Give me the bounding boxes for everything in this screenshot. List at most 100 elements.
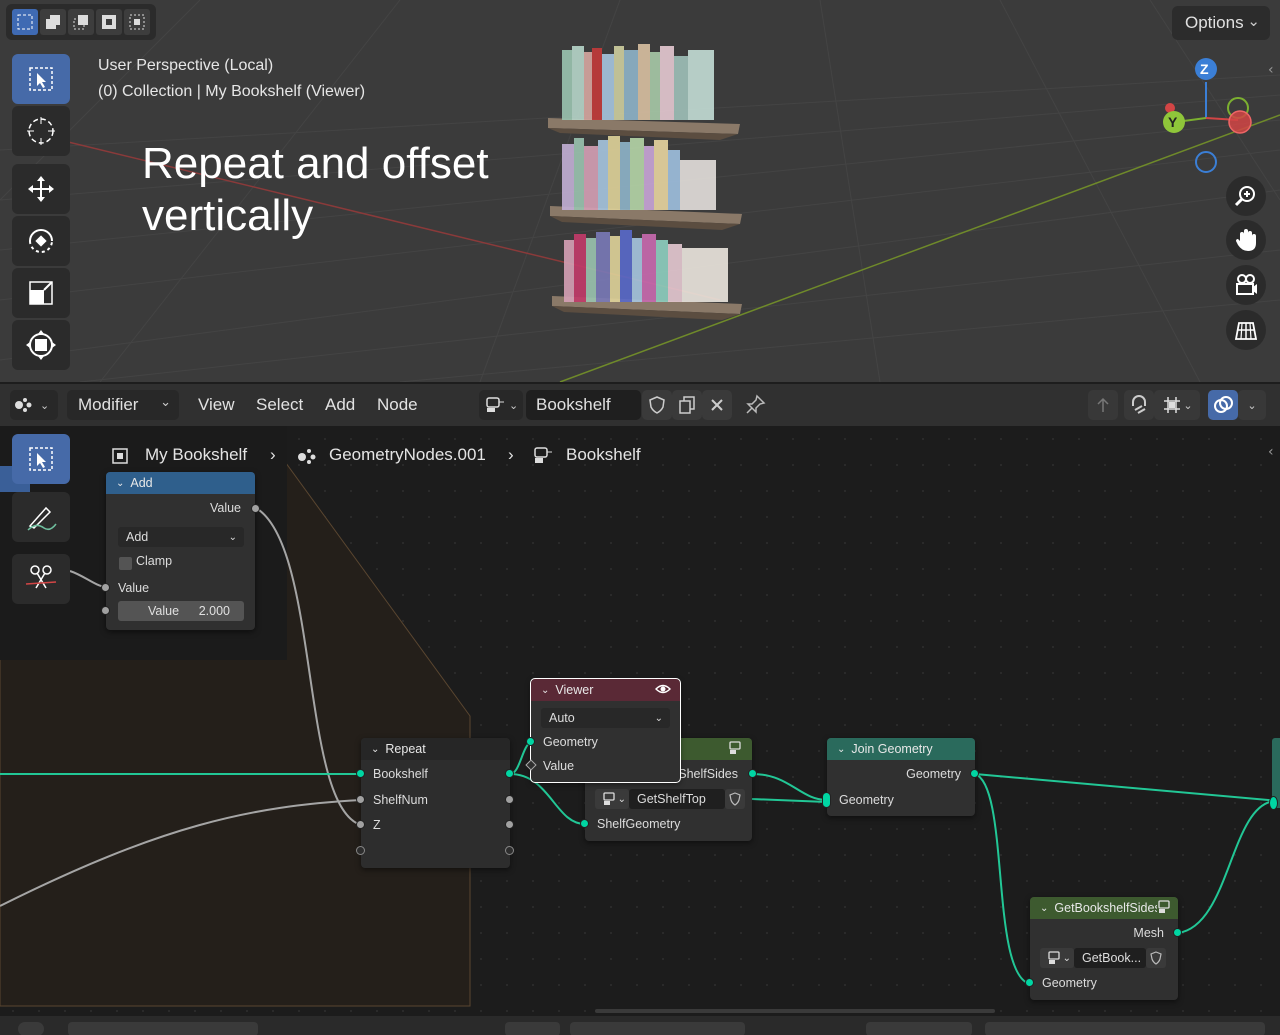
repeat-bookshelf-out-socket[interactable] xyxy=(505,769,514,778)
join-geometry-out-socket[interactable] xyxy=(970,769,979,778)
viewer-geometry-socket[interactable] xyxy=(526,737,535,746)
editor-mode-dropdown[interactable]: Modifier ⌄ xyxy=(67,390,179,420)
repeat-empty-out-socket[interactable] xyxy=(505,846,514,855)
eye-icon[interactable] xyxy=(655,682,671,699)
transform-icon[interactable] xyxy=(12,320,70,370)
add-operation-dropdown[interactable]: Add ⌄ xyxy=(118,527,244,547)
select-invert-icon[interactable] xyxy=(96,9,122,35)
group-browse-dropdown[interactable]: ⌄ xyxy=(1040,948,1074,968)
editor-type-selector[interactable]: ⌄ xyxy=(10,390,58,420)
unlink-close-icon[interactable] xyxy=(702,390,732,420)
fake-user-shield-icon[interactable] xyxy=(725,789,745,809)
snap-magnet-icon[interactable] xyxy=(1124,390,1154,420)
gizmo-y-label[interactable]: Y xyxy=(1168,114,1177,130)
sidebar-toggle-icon[interactable]: ‹ xyxy=(1268,444,1274,460)
group-name-field[interactable]: GetBook... xyxy=(1074,948,1146,968)
node-group-name-field[interactable]: Bookshelf xyxy=(526,390,641,420)
get-sides-geometry-in-socket[interactable] xyxy=(1025,978,1034,987)
scale-icon[interactable] xyxy=(12,268,70,318)
get-bookshelf-sides-group-node[interactable]: ⌄ GetBookshelfSides Mesh ⌄ GetBook... Ge… xyxy=(1025,897,1182,1000)
join-geometry-multi-in-socket[interactable] xyxy=(822,792,831,808)
clamp-checkbox[interactable] xyxy=(119,557,132,570)
snap-target-dropdown[interactable]: ⌄ xyxy=(1154,390,1200,420)
node-group-icon xyxy=(486,397,504,412)
menu-select[interactable]: Select xyxy=(256,395,303,415)
collapse-chevron-icon[interactable]: ⌄ xyxy=(116,478,124,489)
repeat-shelfnum-out-socket[interactable] xyxy=(505,795,514,804)
repeat-z-in-socket[interactable] xyxy=(356,820,365,829)
offscreen-geometry-socket[interactable] xyxy=(1269,796,1278,810)
join-node-header[interactable]: ⌄ Join Geometry xyxy=(827,738,975,760)
shelfgeometry-in-socket[interactable] xyxy=(580,819,589,828)
overlays-toggle-icon[interactable] xyxy=(1208,390,1238,420)
repeat-z-out-socket[interactable] xyxy=(505,820,514,829)
repeat-bookshelf-in-socket[interactable] xyxy=(356,769,365,778)
gizmo-z-label[interactable]: Z xyxy=(1200,61,1209,77)
camera-icon[interactable] xyxy=(1226,265,1266,305)
mesh-out-socket[interactable] xyxy=(1173,928,1182,937)
collapse-chevron-icon[interactable]: ⌄ xyxy=(837,744,845,755)
playback-controls[interactable] xyxy=(570,1022,745,1035)
parent-node-tree-icon[interactable] xyxy=(1088,390,1118,420)
record-button[interactable] xyxy=(505,1022,560,1035)
add-math-node[interactable]: ⌄ Add Value Add ⌄ Clamp Value Value 2.00… xyxy=(101,472,260,630)
fake-user-shield-icon[interactable] xyxy=(642,390,672,420)
menu-view[interactable]: View xyxy=(198,395,235,415)
repeat-input-z: Z xyxy=(373,818,381,832)
select-box-icon[interactable] xyxy=(12,54,70,104)
move-icon[interactable] xyxy=(12,164,70,214)
select-box-icon[interactable] xyxy=(12,434,70,484)
select-intersect-icon[interactable] xyxy=(124,9,150,35)
collapse-chevron-icon[interactable]: ⌄ xyxy=(541,685,549,696)
viewer-node-header[interactable]: ⌄ Viewer xyxy=(531,679,680,701)
pan-hand-icon[interactable] xyxy=(1226,220,1266,260)
select-subtract-icon[interactable] xyxy=(68,9,94,35)
breadcrumb-modifier[interactable]: GeometryNodes.001 xyxy=(329,445,486,465)
add-input-socket[interactable] xyxy=(101,583,110,592)
breadcrumb-object[interactable]: My Bookshelf xyxy=(145,445,247,465)
rotate-icon[interactable] xyxy=(12,216,70,266)
annotate-icon[interactable] xyxy=(12,492,70,542)
add-node-header[interactable]: ⌄ Add xyxy=(106,472,255,494)
playback-menu[interactable] xyxy=(68,1022,258,1035)
repeat-node-header[interactable]: ⌄ Repeat xyxy=(361,738,510,760)
group-name-field[interactable]: GetShelfTop xyxy=(629,789,725,809)
grid-view-icon[interactable] xyxy=(1226,310,1266,350)
selection-mode-group xyxy=(6,4,156,40)
repeat-zone-node[interactable]: ⌄ Repeat Bookshelf ShelfNum Z xyxy=(356,738,514,868)
fake-user-shield-icon[interactable] xyxy=(1146,948,1166,968)
overlays-dropdown[interactable]: ⌄ xyxy=(1238,390,1266,420)
options-dropdown[interactable]: Options ⌄ xyxy=(1172,6,1270,40)
breadcrumb-group[interactable]: Bookshelf xyxy=(566,445,641,465)
node-canvas[interactable]: My Bookshelf › GeometryNodes.001 › Books… xyxy=(0,426,1280,1016)
repeat-empty-in-socket[interactable] xyxy=(356,846,365,855)
sidebar-toggle-icon[interactable]: ‹ xyxy=(1268,62,1280,86)
select-extend-icon[interactable] xyxy=(40,9,66,35)
3d-viewport[interactable]: Z Y Options ⌄ ‹ User Perspective (Local)… xyxy=(0,0,1280,382)
cursor-icon[interactable] xyxy=(12,106,70,156)
get-shelf-input-label: ShelfGeometry xyxy=(597,817,681,831)
links-cut-icon[interactable] xyxy=(12,554,70,604)
select-new-icon[interactable] xyxy=(12,9,38,35)
node-group-browse[interactable]: ⌄ xyxy=(479,390,523,420)
repeat-shelfnum-in-socket[interactable] xyxy=(356,795,365,804)
collapse-chevron-icon[interactable]: ⌄ xyxy=(371,744,379,755)
add-output-socket[interactable] xyxy=(251,504,260,513)
editor-type-icon[interactable] xyxy=(18,1022,44,1035)
duplicate-icon[interactable] xyxy=(672,390,702,420)
add-value-socket[interactable] xyxy=(101,606,110,615)
viewer-domain-dropdown[interactable]: Auto ⌄ xyxy=(541,708,670,728)
get-sides-node-header[interactable]: ⌄ GetBookshelfSides xyxy=(1030,897,1178,919)
shelfsides-out-socket[interactable] xyxy=(748,769,757,778)
group-browse-dropdown[interactable]: ⌄ xyxy=(595,789,629,809)
menu-add[interactable]: Add xyxy=(325,395,355,415)
join-geometry-node[interactable]: ⌄ Join Geometry Geometry Geometry xyxy=(822,738,979,816)
menu-node[interactable]: Node xyxy=(377,395,418,415)
collapse-chevron-icon[interactable]: ⌄ xyxy=(1040,903,1048,914)
pin-icon[interactable] xyxy=(740,390,770,420)
zoom-icon[interactable] xyxy=(1226,176,1266,216)
current-frame-field[interactable] xyxy=(866,1022,972,1035)
viewer-node[interactable]: ⌄ Viewer Auto ⌄ Geometry Value xyxy=(525,678,681,783)
frame-range-fields[interactable] xyxy=(985,1022,1265,1035)
add-value-field[interactable]: Value 2.000 xyxy=(118,601,244,621)
